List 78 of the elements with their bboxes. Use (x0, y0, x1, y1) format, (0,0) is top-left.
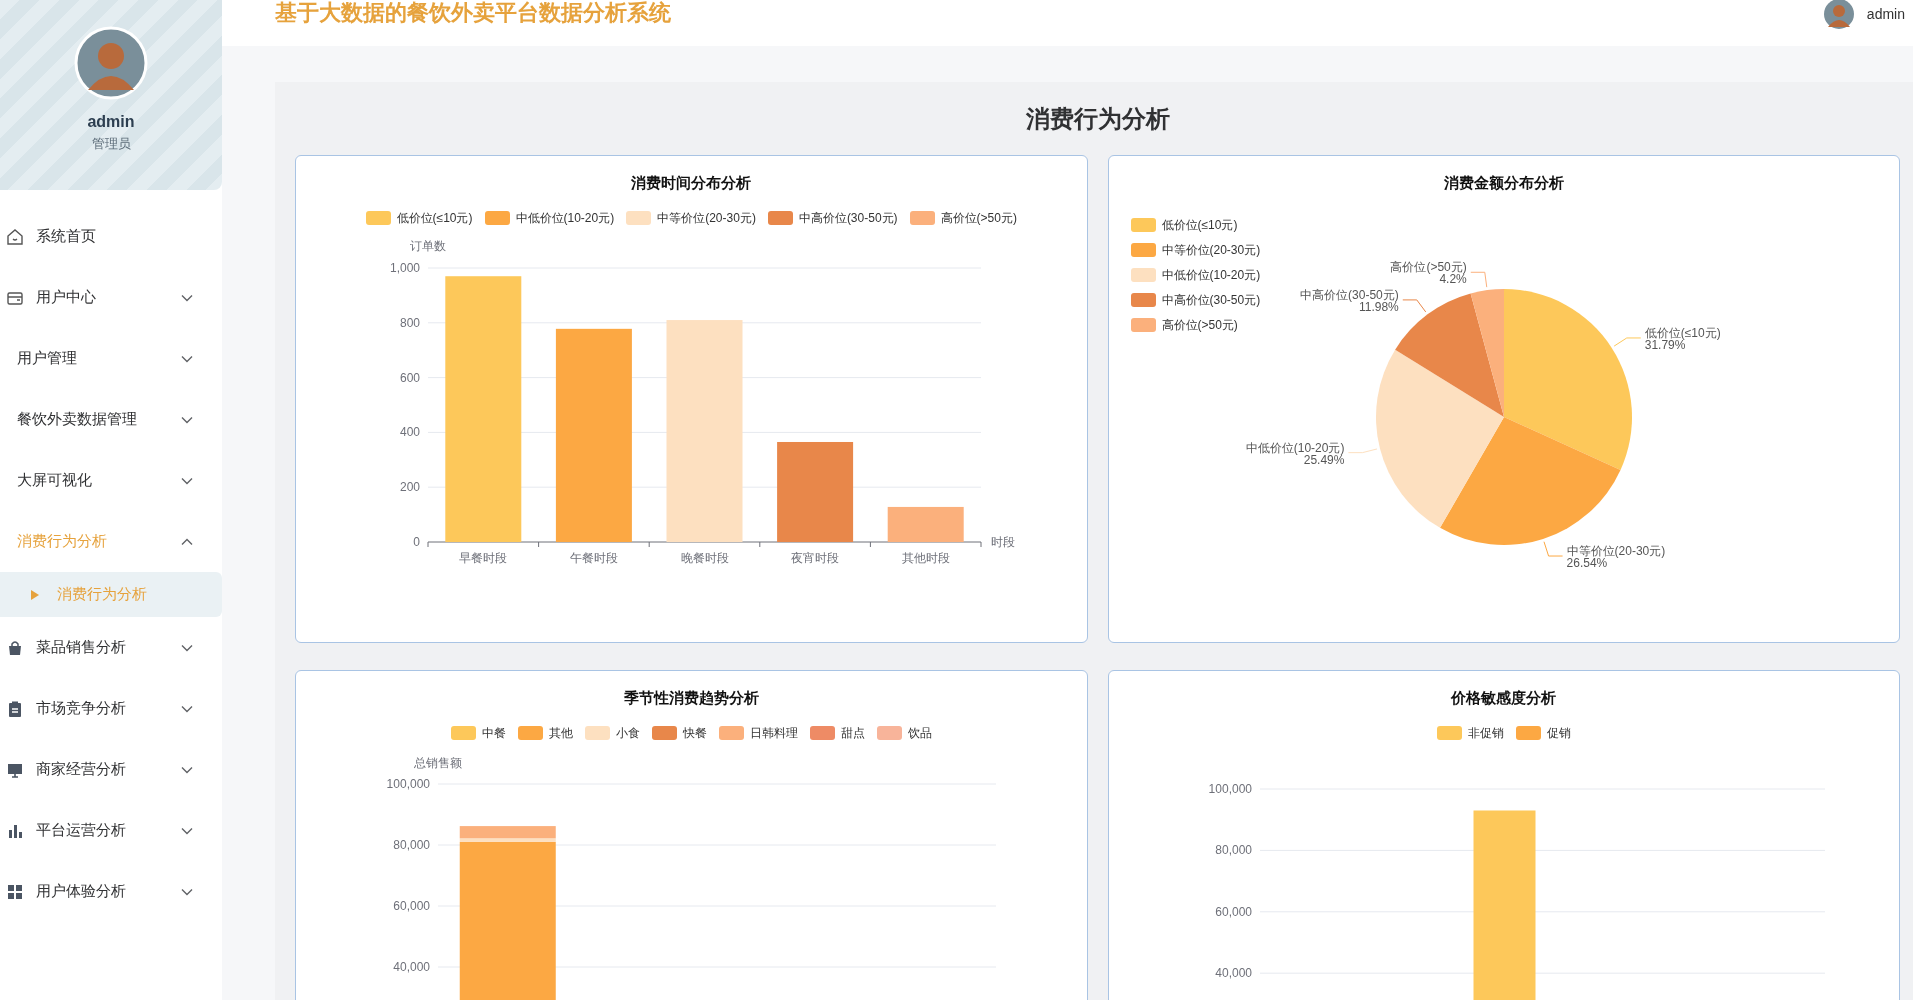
axis-title: 时段 (991, 535, 1015, 549)
axis-tick-label: 100,000 (386, 777, 430, 791)
bag-icon (6, 638, 24, 657)
axis-tick-label: 400 (399, 425, 420, 440)
axis-tick-label: 600 (399, 370, 420, 385)
legend-item[interactable]: 中高价位(30-50元) (1130, 291, 1261, 309)
legend-item[interactable]: 其他 (517, 724, 573, 742)
axis-tick-label: 40,000 (1214, 966, 1252, 981)
axis-tick-label: 0 (413, 535, 420, 549)
legend-item[interactable]: 甜点 (809, 724, 865, 742)
leader-line (1401, 299, 1426, 313)
menu-item[interactable]: 商家经营分析 (0, 739, 222, 800)
slice-label: 高价位(>50元) (1389, 260, 1467, 275)
legend-item[interactable]: 中低价位(10-20元) (484, 209, 615, 227)
legend-item[interactable]: 中高价位(30-50元) (767, 209, 898, 227)
menu-item[interactable]: 餐饮外卖数据管理 (0, 389, 222, 450)
axis-tick-label: 100,000 (1208, 782, 1252, 796)
menu-item[interactable]: 大屏可视化 (0, 450, 222, 511)
axis-tick-label: 80,000 (1214, 843, 1252, 858)
legend-item[interactable]: 快餐 (651, 724, 707, 742)
legend-item[interactable]: 非促销 (1436, 724, 1504, 742)
avatar[interactable] (1822, 0, 1855, 30)
chart-title: 价格敏感度分析 (1450, 688, 1558, 708)
axis-tick-label: 200 (399, 480, 420, 495)
menu-item[interactable]: 用户中心 (0, 267, 222, 328)
slice-label: 低价位(≤10元) (1644, 325, 1721, 340)
chart-title: 季节性消费趋势分析 (622, 688, 760, 708)
slice-value: 4.2% (1438, 272, 1467, 287)
triangle-icon (30, 588, 40, 601)
axis-tick-label: 80,000 (393, 838, 430, 852)
slice-value: 26.54% (1566, 556, 1607, 570)
axis-title: 订单数 (410, 239, 446, 253)
legend-item[interactable]: 中等价位(20-30元) (1130, 241, 1261, 259)
user-name[interactable]: admin (1866, 3, 1905, 25)
axis-tick-label: 800 (399, 315, 420, 330)
axis-label: 夜宵时段 (791, 551, 840, 565)
axis-label: 早餐时段 (459, 551, 508, 565)
legend-item[interactable]: 高价位(>50元) (909, 209, 1017, 227)
menu-item[interactable]: 用户管理 (0, 328, 222, 389)
legend-item[interactable]: 中餐 (450, 724, 506, 742)
chart-title: 消费时间分布分析 (630, 173, 753, 193)
legend-item[interactable]: 中等价位(20-30元) (626, 209, 756, 227)
legend-item[interactable]: 低价位(≤10元) (365, 209, 473, 227)
app-title: 基于大数据的餐饮外卖平台数据分析系统 (275, 0, 671, 26)
menu-item[interactable]: 系统首页 (0, 206, 222, 267)
axis-label: 午餐时段 (569, 551, 618, 565)
leader-line (1543, 541, 1563, 557)
menu-item[interactable]: 市场竞争分析 (0, 678, 222, 739)
axis-label: 其他时段 (901, 551, 950, 565)
axis-tick-label: 60,000 (393, 899, 430, 913)
legend-item[interactable]: 中低价位(10-20元) (1130, 266, 1261, 284)
legend-item[interactable]: 高价位(>50元) (1130, 316, 1261, 334)
legend-item[interactable]: 饮品 (876, 724, 932, 742)
user-name: admin (87, 112, 135, 132)
legend-item[interactable]: 促销 (1515, 724, 1571, 742)
axis-tick-label: 40,000 (393, 960, 430, 974)
slice-label: 中等价位(20-30元) (1566, 544, 1665, 558)
legend-item[interactable]: 小食 (584, 724, 640, 742)
clipboard-icon (6, 699, 24, 718)
grid-icon (6, 882, 24, 901)
leader-line (1613, 337, 1641, 347)
leader-line (1347, 448, 1377, 454)
axis-title: 总销售额 (414, 756, 462, 770)
user-role: 管理员 (91, 135, 131, 153)
axis-label: 晚餐时段 (680, 551, 729, 565)
menu-item[interactable]: 用户体验分析 (0, 861, 222, 922)
leader-line (1469, 271, 1487, 288)
chart-title: 消费金额分布分析 (1442, 173, 1565, 193)
slice-label: 中低价位(10-20元) (1245, 440, 1344, 455)
legend-item[interactable]: 日韩料理 (718, 724, 798, 742)
menu-item[interactable]: 平台运营分析 (0, 800, 222, 861)
menu-item[interactable]: 菜品销售分析 (0, 617, 222, 678)
axis-tick-label: 1,000 (389, 261, 420, 275)
home-icon (6, 227, 24, 246)
legend-item[interactable]: 低价位(≤10元) (1130, 216, 1261, 234)
axis-tick-label: 60,000 (1214, 904, 1252, 919)
page-title: 消费行为分析 (1024, 103, 1171, 134)
slice-label: 中高价位(30-50元) (1299, 287, 1399, 302)
